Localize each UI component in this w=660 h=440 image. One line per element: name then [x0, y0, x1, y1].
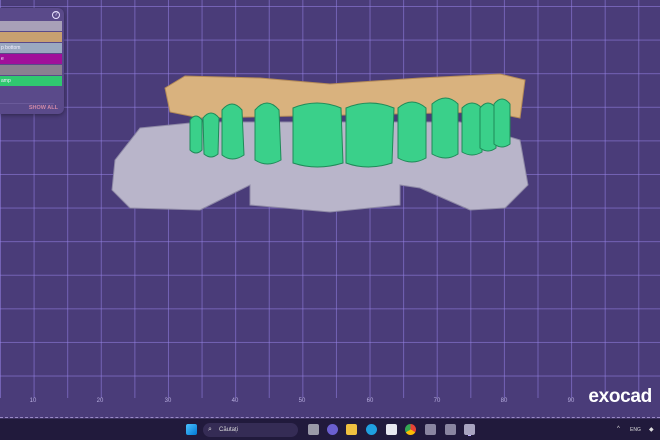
ruler-tick: 70	[433, 398, 441, 404]
task-view-icon[interactable]	[308, 424, 319, 435]
exocad-app-icon-active[interactable]	[464, 424, 475, 435]
search-icon: ⌕	[208, 426, 212, 433]
windows-start-icon[interactable]	[186, 424, 197, 435]
exocad-app-icon-2[interactable]	[445, 424, 456, 435]
edge-browser-icon[interactable]	[366, 424, 377, 435]
exocad-app-icon[interactable]	[425, 424, 436, 435]
object-row-5[interactable]	[0, 65, 62, 75]
chrome-icon[interactable]	[405, 424, 416, 435]
show-all-button[interactable]: SHOW ALL	[29, 105, 58, 111]
file-explorer-icon[interactable]	[346, 424, 357, 435]
windows-taskbar: ⌕ Căutați ^ ENG ◆	[0, 418, 660, 440]
ruler-tick: 20	[96, 398, 104, 404]
ruler-tick: 60	[366, 398, 374, 404]
ruler-tick: 50	[298, 398, 306, 404]
dental-model	[111, 73, 529, 213]
object-row-2[interactable]	[0, 32, 62, 42]
taskbar-search-input[interactable]: ⌕ Căutați	[203, 423, 298, 437]
ruler-tick: 90	[567, 398, 575, 404]
ruler-tick: 30	[164, 398, 172, 404]
language-indicator[interactable]: ENG	[630, 427, 641, 433]
search-placeholder: Căutați	[219, 427, 239, 433]
ruler-tick: 40	[231, 398, 239, 404]
exocad-logo: exocad	[588, 386, 652, 407]
ruler-tick: 80	[500, 398, 508, 404]
object-row-1[interactable]	[0, 21, 62, 31]
store-icon[interactable]	[386, 424, 397, 435]
object-visibility-panel: ? p bottom e amp SHOW ALL	[0, 8, 64, 114]
divider	[0, 103, 54, 104]
tray-overflow-icon[interactable]: ^	[617, 426, 620, 432]
3d-viewport[interactable]	[0, 0, 660, 418]
ruler-tick: 10	[29, 398, 37, 404]
object-row-4[interactable]: e	[0, 54, 62, 64]
wifi-icon[interactable]: ◆	[649, 426, 654, 433]
help-icon[interactable]: ?	[52, 11, 60, 19]
teams-chat-icon[interactable]	[327, 424, 338, 435]
ruler: 10 20 30 40 50 60 70 80 90	[0, 398, 660, 418]
object-row-3[interactable]: p bottom	[0, 43, 62, 53]
object-row-6[interactable]: amp	[0, 76, 62, 86]
